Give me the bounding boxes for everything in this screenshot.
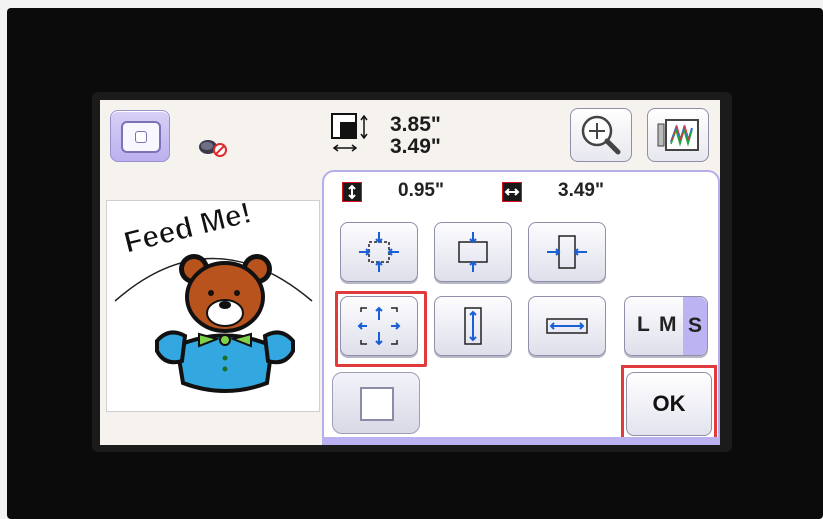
panel-accent-bar (322, 437, 720, 445)
size-l-label: L (637, 313, 650, 336)
embroidery-display: 3.85" 3.49" Feed Me! 0.95" 3.49" L M S O… (100, 100, 720, 445)
sizing-panel: 0.95" 3.49" L M S OK (322, 170, 720, 445)
pattern-preview: Feed Me! (106, 196, 320, 412)
lms-size-button[interactable]: L M S (624, 296, 708, 356)
preview-title: Feed Me! (121, 201, 255, 260)
frame-preview-icon (657, 119, 699, 151)
width-dimension-icon (502, 182, 522, 202)
teddy-bear-image: Feed Me! (114, 196, 313, 393)
height-dimension-icon (342, 182, 362, 202)
embroidery-pattern-icon (121, 121, 161, 153)
enlarge-frame-button[interactable] (335, 291, 427, 367)
dimension-row: 0.95" 3.49" (342, 180, 702, 206)
stretch-horizontal-button[interactable] (528, 296, 606, 356)
enlarge-all-button[interactable] (340, 222, 418, 282)
size-height-value: 3.85" (390, 113, 441, 136)
size-readout: 3.85" 3.49" (330, 110, 480, 158)
stretch-horizontal-icon (546, 318, 588, 334)
stretch-vertical-icon (464, 307, 482, 345)
shrink-horizontal-icon (547, 235, 587, 269)
stretch-vertical-button[interactable] (434, 296, 512, 356)
ok-highlight (621, 365, 717, 445)
shrink-horizontal-button[interactable] (528, 222, 606, 282)
size-readout-icon (331, 113, 368, 152)
height-dimension-value: 0.95" (398, 180, 444, 201)
no-thread-icon (199, 140, 227, 157)
blank-square-button[interactable] (332, 372, 420, 434)
shrink-vertical-icon (458, 232, 488, 272)
zoom-in-button[interactable] (570, 108, 632, 162)
pattern-select-button[interactable] (110, 110, 170, 162)
shrink-vertical-button[interactable] (434, 222, 512, 282)
frame-preview-button[interactable] (647, 108, 709, 162)
blank-square-icon (360, 387, 394, 421)
width-dimension-value: 3.49" (558, 180, 604, 201)
size-s-label: S (683, 297, 707, 355)
expand-arrows-icon (357, 306, 401, 346)
ok-button[interactable]: OK (621, 365, 717, 445)
enlarge-all-icon (359, 232, 399, 272)
zoom-in-icon (581, 115, 621, 155)
size-width-value: 3.49" (390, 135, 441, 158)
size-m-label: M (659, 313, 677, 336)
